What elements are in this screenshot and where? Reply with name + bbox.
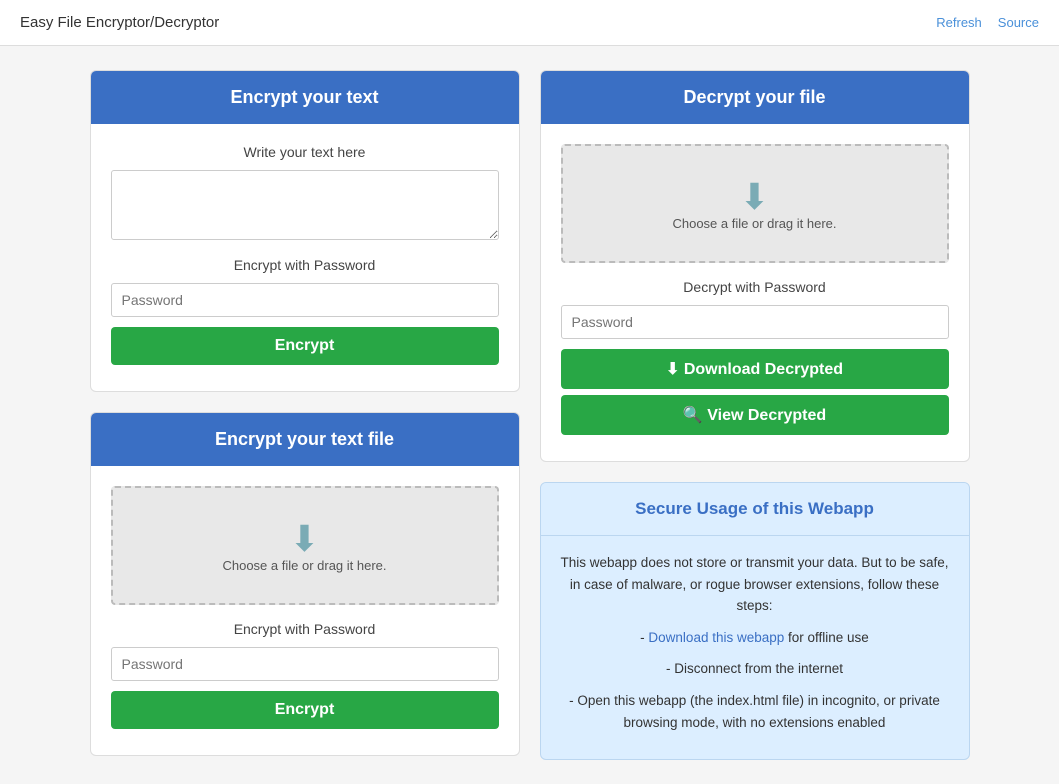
decrypt-file-body: Choose a file or drag it here. Decrypt w… — [541, 124, 969, 461]
right-column: Decrypt your file Choose a file or drag … — [540, 70, 970, 760]
encrypt-file-button[interactable]: Encrypt — [111, 691, 499, 729]
encrypt-file-card: Encrypt your text file Choose a file or … — [90, 412, 520, 756]
view-decrypted-button[interactable]: 🔍 View Decrypted — [561, 395, 949, 435]
encrypt-text-password[interactable] — [111, 283, 499, 317]
secure-usage-card: Secure Usage of this Webapp This webapp … — [540, 482, 970, 760]
main-content: Encrypt your text Write your text here E… — [70, 70, 990, 760]
secure-step2: - Disconnect from the internet — [561, 658, 949, 680]
secure-step3: - Open this webapp (the index.html file)… — [561, 690, 949, 733]
decrypt-file-dropzone[interactable]: Choose a file or drag it here. — [561, 144, 949, 263]
source-link[interactable]: Source — [998, 15, 1039, 30]
encrypt-password-label: Encrypt with Password — [111, 257, 499, 273]
encrypt-file-dropzone[interactable]: Choose a file or drag it here. — [111, 486, 499, 605]
encrypt-text-card: Encrypt your text Write your text here E… — [90, 70, 520, 392]
decrypt-upload-icon — [735, 176, 775, 216]
upload-icon — [285, 518, 325, 558]
encrypt-file-password-label: Encrypt with Password — [111, 621, 499, 637]
encrypt-text-body: Write your text here Encrypt with Passwo… — [91, 124, 519, 391]
app-title: Easy File Encryptor/Decryptor — [20, 14, 219, 31]
top-bar: Easy File Encryptor/Decryptor Refresh So… — [0, 0, 1059, 46]
decrypt-password-label: Decrypt with Password — [561, 279, 949, 295]
secure-download-link[interactable]: Download this webapp — [648, 630, 784, 645]
secure-body-text: This webapp does not store or transmit y… — [561, 552, 949, 617]
secure-header: Secure Usage of this Webapp — [541, 483, 969, 536]
encrypt-file-drop-label: Choose a file or drag it here. — [133, 558, 477, 573]
decrypt-file-password[interactable] — [561, 305, 949, 339]
download-decrypted-button[interactable]: ⬇ Download Decrypted — [561, 349, 949, 389]
decrypt-file-header: Decrypt your file — [541, 71, 969, 124]
write-label: Write your text here — [111, 144, 499, 160]
encrypt-text-button[interactable]: Encrypt — [111, 327, 499, 365]
encrypt-file-header: Encrypt your text file — [91, 413, 519, 466]
decrypt-file-card: Decrypt your file Choose a file or drag … — [540, 70, 970, 462]
encrypt-text-header: Encrypt your text — [91, 71, 519, 124]
top-links: Refresh Source — [936, 15, 1039, 30]
left-column: Encrypt your text Write your text here E… — [90, 70, 520, 760]
secure-step1: - Download this webapp for offline use — [561, 627, 949, 649]
secure-body: This webapp does not store or transmit y… — [541, 536, 969, 759]
encrypt-text-input[interactable] — [111, 170, 499, 240]
decrypt-file-drop-label: Choose a file or drag it here. — [583, 216, 927, 231]
encrypt-file-password[interactable] — [111, 647, 499, 681]
secure-step1-suffix: for offline use — [784, 630, 869, 645]
refresh-link[interactable]: Refresh — [936, 15, 982, 30]
encrypt-file-body: Choose a file or drag it here. Encrypt w… — [91, 466, 519, 755]
